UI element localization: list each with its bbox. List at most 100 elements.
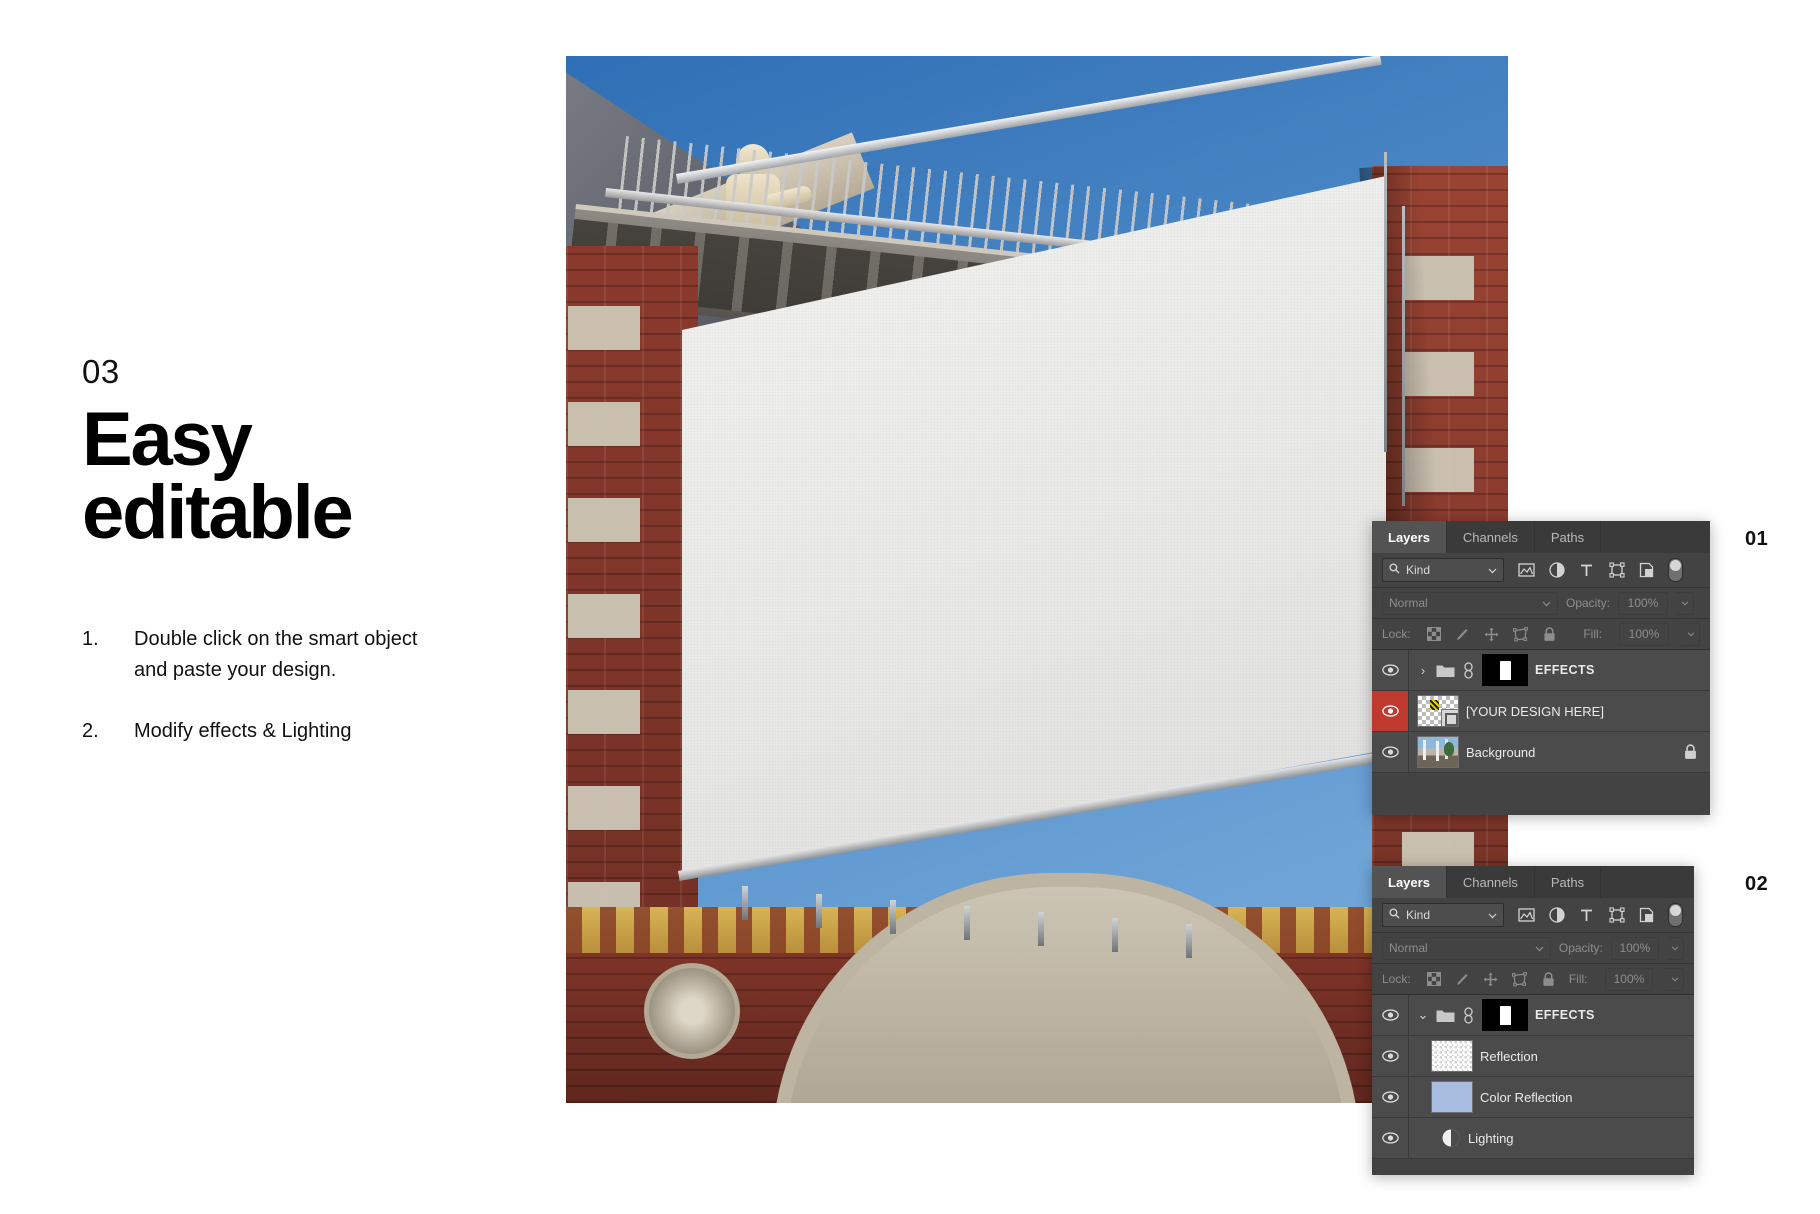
blend-mode-select[interactable]: Normal [1382, 591, 1558, 615]
blend-mode-select[interactable]: Normal [1382, 936, 1551, 960]
chevron-right-icon[interactable]: › [1417, 663, 1429, 678]
type-layer-filter-icon[interactable] [1578, 907, 1595, 924]
layer-visibility-toggle[interactable] [1372, 995, 1409, 1035]
layer-row-body[interactable]: Color Reflection [1409, 1081, 1694, 1113]
layer-visibility-toggle[interactable] [1372, 1077, 1409, 1117]
filter-type-icons[interactable] [1518, 903, 1683, 927]
layer-filter-row[interactable]: Kind [1372, 553, 1710, 588]
adjustment-layer-icon[interactable] [1441, 1128, 1461, 1148]
tab-layers[interactable]: Layers [1372, 521, 1447, 553]
lock-row[interactable]: Lock: Fill: 100% [1372, 964, 1694, 995]
smart-object-thumbnail[interactable] [1417, 695, 1459, 727]
layer-visibility-toggle[interactable] [1372, 691, 1409, 731]
layers-panel-collapsed[interactable]: Layers Channels Paths Kind Normal Opacit… [1372, 521, 1710, 815]
panel-tab-bar[interactable]: Layers Channels Paths [1372, 521, 1710, 553]
layer-row-body[interactable]: › EFFECTS [1409, 654, 1710, 686]
link-icon[interactable] [1462, 661, 1475, 679]
fill-stepper-chevron-down-icon[interactable] [1682, 622, 1700, 646]
lock-row[interactable]: Lock: Fill: 100% [1372, 619, 1710, 650]
fill-value[interactable]: 100% [1619, 622, 1669, 646]
tab-paths[interactable]: Paths [1534, 521, 1602, 553]
lock-label: Lock: [1382, 627, 1411, 641]
shape-layer-filter-icon[interactable] [1608, 562, 1625, 579]
color-reflection-swatch-thumbnail[interactable] [1431, 1081, 1473, 1113]
type-layer-filter-icon[interactable] [1578, 562, 1595, 579]
layer-mask-thumbnail[interactable] [1482, 654, 1528, 686]
layer-row-body[interactable]: [YOUR DESIGN HERE] [1409, 695, 1710, 727]
filter-toggle-switch[interactable] [1668, 903, 1683, 927]
layer-row-body[interactable]: ⌄ EFFECTS [1409, 999, 1694, 1031]
smart-object-filter-icon[interactable] [1638, 562, 1655, 579]
table-row[interactable]: [YOUR DESIGN HERE] [1372, 691, 1710, 732]
layer-visibility-toggle[interactable] [1372, 1036, 1409, 1076]
layer-visibility-toggle[interactable] [1372, 650, 1409, 690]
filter-kind-select[interactable]: Kind [1382, 903, 1504, 927]
filter-toggle-switch[interactable] [1668, 558, 1683, 582]
blend-mode-row[interactable]: Normal Opacity: 100% [1372, 588, 1710, 619]
table-row[interactable]: Color Reflection [1372, 1077, 1694, 1118]
lock-image-pixels-icon[interactable] [1455, 626, 1471, 642]
step-number: 03 [82, 353, 120, 390]
pixel-layer-filter-icon[interactable] [1518, 907, 1535, 924]
table-row[interactable]: › EFFECTS [1372, 650, 1710, 691]
layer-row-body[interactable]: Lighting [1409, 1128, 1694, 1148]
layer-list[interactable]: ⌄ EFFECTS Reflection Color Reflection Li… [1372, 995, 1694, 1159]
folder-open-icon [1436, 1008, 1455, 1023]
layer-row-body[interactable]: Reflection [1409, 1040, 1694, 1072]
lock-image-pixels-icon[interactable] [1454, 971, 1470, 987]
chevron-down-icon [1488, 908, 1497, 922]
lock-artboard-nesting-icon[interactable] [1513, 626, 1529, 642]
table-row[interactable]: ⌄ EFFECTS [1372, 995, 1694, 1036]
opacity-stepper-chevron-down-icon[interactable] [1666, 936, 1684, 960]
layers-panel-expanded[interactable]: Layers Channels Paths Kind Normal Opacit… [1372, 866, 1694, 1175]
adjustment-layer-filter-icon[interactable] [1548, 907, 1565, 924]
table-row[interactable]: Lighting [1372, 1118, 1694, 1159]
lock-artboard-nesting-icon[interactable] [1511, 971, 1528, 987]
layer-visibility-toggle[interactable] [1372, 732, 1409, 772]
lock-position-icon[interactable] [1484, 626, 1500, 642]
adjustment-layer-filter-icon[interactable] [1548, 562, 1565, 579]
reflection-layer-thumbnail[interactable] [1431, 1040, 1473, 1072]
background-layer-thumbnail[interactable] [1417, 736, 1459, 768]
tab-layers[interactable]: Layers [1372, 866, 1447, 898]
fill-value[interactable]: 100% [1604, 967, 1654, 991]
design-placeholder-mark [1430, 700, 1439, 710]
instructions-list: 1. Double click on the smart object and … [82, 624, 512, 747]
link-icon[interactable] [1462, 1006, 1475, 1024]
opacity-stepper-chevron-down-icon[interactable] [1676, 591, 1695, 615]
tab-channels[interactable]: Channels [1446, 866, 1535, 898]
lock-position-icon[interactable] [1483, 971, 1499, 987]
opacity-value[interactable]: 100% [1610, 936, 1659, 960]
pixel-layer-filter-icon[interactable] [1518, 562, 1535, 579]
lock-transparent-pixels-icon[interactable] [1426, 971, 1442, 987]
list-item: 2. Modify effects & Lighting [82, 716, 512, 747]
filter-type-icons[interactable] [1518, 558, 1683, 582]
lock-transparent-pixels-icon[interactable] [1426, 626, 1442, 642]
filter-kind-select[interactable]: Kind [1382, 558, 1504, 582]
layer-mask-thumbnail[interactable] [1482, 999, 1528, 1031]
smart-object-filter-icon[interactable] [1638, 907, 1655, 924]
panel-footer-toolbar[interactable] [1372, 773, 1710, 815]
layer-list[interactable]: › EFFECTS [YOUR DESIGN HERE] Background [1372, 650, 1710, 773]
panel-footer-toolbar[interactable] [1372, 1159, 1694, 1175]
opacity-value[interactable]: 100% [1618, 591, 1669, 615]
chevron-down-icon[interactable]: ⌄ [1417, 1007, 1429, 1023]
eye-icon [1381, 1091, 1399, 1103]
tab-channels[interactable]: Channels [1446, 521, 1535, 553]
panel-tab-bar[interactable]: Layers Channels Paths [1372, 866, 1694, 898]
locked-layer-lock-icon [1683, 744, 1698, 760]
table-row[interactable]: Reflection [1372, 1036, 1694, 1077]
layer-row-body[interactable]: Background [1409, 736, 1710, 768]
fill-stepper-chevron-down-icon[interactable] [1666, 967, 1684, 991]
shape-layer-filter-icon[interactable] [1608, 907, 1625, 924]
banner-hook [1112, 918, 1118, 952]
lock-all-icon[interactable] [1542, 626, 1558, 642]
search-icon [1389, 908, 1400, 922]
layer-visibility-toggle[interactable] [1372, 1118, 1409, 1158]
blend-mode-row[interactable]: Normal Opacity: 100% [1372, 933, 1694, 964]
layer-filter-row[interactable]: Kind [1372, 898, 1694, 933]
tab-paths[interactable]: Paths [1534, 866, 1602, 898]
table-row[interactable]: Background [1372, 732, 1710, 773]
instruction-number: 1. [82, 627, 99, 650]
lock-all-icon[interactable] [1540, 971, 1556, 987]
